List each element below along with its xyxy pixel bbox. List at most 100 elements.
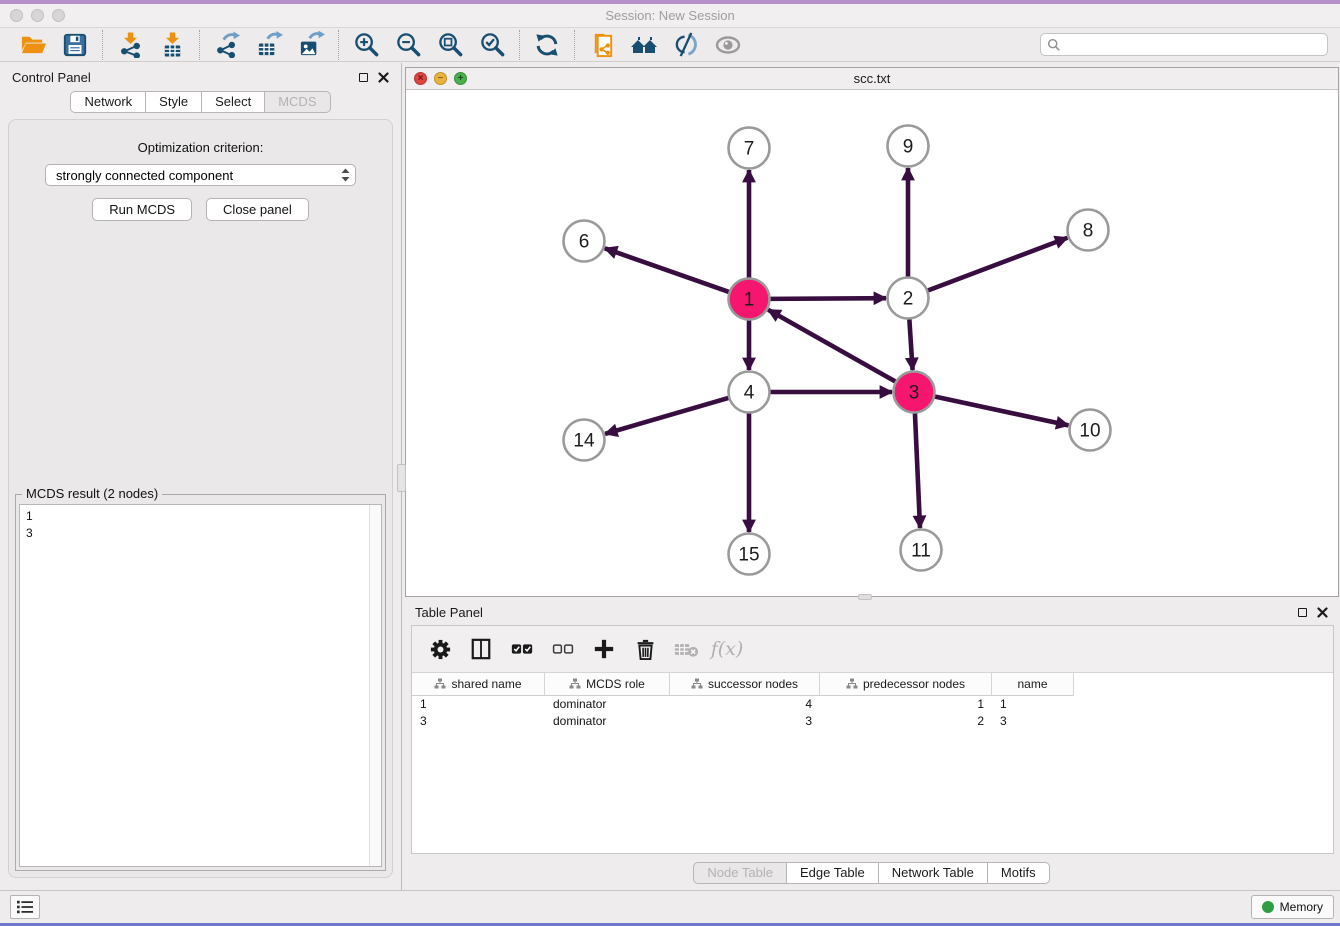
tab-network[interactable]: Network [70,91,146,113]
graph-edge-4-14[interactable] [605,398,729,434]
show-panels-button[interactable] [10,895,40,919]
graph-node-2[interactable]: 2 [888,278,929,319]
table-cell[interactable]: 3 [412,713,545,730]
column-header-successor-nodes[interactable]: successor nodes [670,673,820,696]
graph-node-3[interactable]: 3 [894,372,935,413]
graph-edge-3-10[interactable] [934,396,1068,425]
table-cell[interactable]: 2 [820,713,992,730]
close-panel-icon[interactable] [378,72,389,83]
table-cell[interactable]: 1 [412,696,545,713]
graph-node-7[interactable]: 7 [729,128,770,169]
tab-node-table[interactable]: Node Table [693,862,787,884]
mcds-result-text[interactable]: 1 3 [19,504,382,867]
graph-edge-2-3[interactable] [909,318,912,370]
select-all-button[interactable] [508,635,536,663]
vertical-splitter-grip[interactable] [397,464,406,492]
mcds-result-group: MCDS result (2 nodes) 1 3 [15,494,386,871]
graph-edge-2-8[interactable] [927,238,1067,291]
float-panel-icon[interactable] [1298,608,1307,617]
table-cell[interactable]: 3 [992,713,1074,730]
table-cell[interactable]: 3 [670,713,820,730]
graph-node-10[interactable]: 10 [1070,410,1111,451]
search-input[interactable] [1065,37,1321,52]
list-icon [16,899,34,915]
tab-select[interactable]: Select [201,91,265,113]
tab-motifs[interactable]: Motifs [987,862,1050,884]
import-network-button[interactable] [115,30,145,60]
column-label: shared name [451,677,521,691]
new-network-from-selection-button[interactable] [587,30,617,60]
add-column-button[interactable] [590,635,618,663]
minimize-window-button[interactable] [31,9,44,22]
table-panel: Table Panel [403,599,1340,890]
save-session-button[interactable] [60,30,90,60]
graph-edge-3-11[interactable] [915,412,920,528]
zoom-fit-button[interactable] [435,30,465,60]
table-cell[interactable]: 1 [992,696,1074,713]
show-columns-button[interactable] [467,635,495,663]
open-session-button[interactable] [18,30,48,60]
tab-network-table[interactable]: Network Table [878,862,988,884]
export-table-button[interactable] [254,30,284,60]
export-image-button[interactable] [296,30,326,60]
tab-edge-table[interactable]: Edge Table [786,862,879,884]
refresh-button[interactable] [532,30,562,60]
graph-edge-3-1[interactable] [768,310,896,382]
close-window-button[interactable] [10,9,23,22]
table-cell[interactable]: dominator [545,713,670,730]
graph-edge-1-6[interactable] [605,248,730,292]
table-cell[interactable]: 4 [670,696,820,713]
zoom-window-button[interactable] [52,9,65,22]
frame-maximize-button[interactable]: + [454,72,467,85]
graph-node-6[interactable]: 6 [564,221,605,262]
column-header-name[interactable]: name [992,673,1074,696]
frame-minimize-button[interactable]: − [434,72,447,85]
float-panel-icon[interactable] [359,73,368,82]
zoom-in-button[interactable] [351,30,381,60]
houses-icon [630,31,658,59]
column-header-MCDS-role[interactable]: MCDS role [545,673,670,696]
delete-column-button[interactable] [631,635,659,663]
graph-node-11[interactable]: 11 [901,530,942,571]
export-network-button[interactable] [212,30,242,60]
zoom-out-button[interactable] [393,30,423,60]
tab-style[interactable]: Style [145,91,202,113]
graph-node-14[interactable]: 14 [564,420,605,461]
graph-node-label: 15 [738,545,759,566]
function-builder-button[interactable]: f(x) [713,635,741,663]
result-scrollbar[interactable] [369,505,381,866]
close-panel-icon[interactable] [1317,607,1328,618]
delete-table-button[interactable] [672,635,700,663]
graph-node-15[interactable]: 15 [729,534,770,575]
run-mcds-button[interactable]: Run MCDS [92,198,192,221]
column-header-predecessor-nodes[interactable]: predecessor nodes [820,673,992,696]
deselect-all-button[interactable] [549,635,577,663]
table-row[interactable]: 3dominator323 [412,713,1333,730]
import-table-button[interactable] [157,30,187,60]
show-hide-button[interactable] [713,30,743,60]
graphics-details-button[interactable] [671,30,701,60]
table-cell[interactable]: dominator [545,696,670,713]
graph-node-8[interactable]: 8 [1068,210,1109,251]
graph-edge-1-2[interactable] [769,298,886,299]
close-panel-button[interactable]: Close panel [206,198,309,221]
graph-node-1[interactable]: 1 [729,279,770,320]
zoom-selected-button[interactable] [477,30,507,60]
graph-node-4[interactable]: 4 [729,372,770,413]
table-row[interactable]: 1dominator411 [412,696,1333,713]
optimization-criterion-select[interactable]: strongly connected component [45,164,356,186]
trash-icon [635,639,656,660]
table-tabs: Node TableEdge TableNetwork TableMotifs [403,862,1340,884]
table-settings-button[interactable] [426,635,454,663]
column-type-icon [434,678,446,690]
graph-node-9[interactable]: 9 [888,126,929,167]
memory-button[interactable]: Memory [1251,895,1334,919]
table-body: 1dominator4113dominator323 [412,696,1333,730]
frame-close-button[interactable]: × [414,72,427,85]
table-cell[interactable]: 1 [820,696,992,713]
network-canvas[interactable]: 1 2 3 4 6 7 8 9 10 11 14 15 [406,90,1338,596]
horizontal-splitter-grip[interactable] [858,594,872,600]
home-houses-button[interactable] [629,30,659,60]
tab-mcds[interactable]: MCDS [264,91,330,113]
column-header-shared-name[interactable]: shared name [412,673,545,696]
